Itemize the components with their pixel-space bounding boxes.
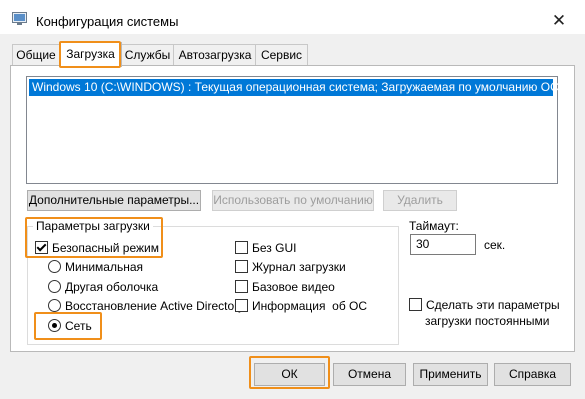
checkbox-box[interactable] xyxy=(235,280,248,293)
cancel-button[interactable]: Отмена xyxy=(333,363,406,386)
base-video-label: Базовое видео xyxy=(252,280,335,294)
tab-services[interactable]: Службы xyxy=(120,44,175,65)
radio-circle[interactable] xyxy=(48,260,61,273)
minimal-radio[interactable]: Минимальная xyxy=(48,260,143,276)
network-radio[interactable]: Сеть xyxy=(48,319,92,335)
radio-circle[interactable] xyxy=(48,319,61,332)
make-permanent-line2: загрузки постоянными xyxy=(425,314,550,328)
base-video-checkbox[interactable]: Базовое видео xyxy=(235,280,335,296)
boot-options-title: Параметры загрузки xyxy=(33,219,153,233)
delete-button[interactable]: Удалить xyxy=(383,190,457,211)
boot-log-checkbox[interactable]: Журнал загрузки xyxy=(235,260,346,276)
network-label: Сеть xyxy=(65,319,92,333)
checkbox-box[interactable] xyxy=(35,241,48,254)
tab-general[interactable]: Общие xyxy=(12,44,60,65)
apply-button[interactable]: Применить xyxy=(413,363,488,386)
safe-boot-label: Безопасный режим xyxy=(52,241,159,255)
boot-entry-item[interactable]: Windows 10 (C:\WINDOWS) : Текущая операц… xyxy=(29,79,559,96)
os-info-label: Информация об ОС xyxy=(252,299,368,313)
checkbox-box[interactable] xyxy=(235,260,248,273)
make-permanent-line1: Сделать эти параметры xyxy=(426,298,560,312)
help-button[interactable]: Справка xyxy=(494,363,571,386)
no-gui-checkbox[interactable]: Без GUI xyxy=(235,241,296,257)
radio-circle[interactable] xyxy=(48,280,61,293)
timeout-input[interactable]: 30 xyxy=(410,234,476,255)
boot-entries-list[interactable]: Windows 10 (C:\WINDOWS) : Текущая операц… xyxy=(26,76,559,184)
set-default-button[interactable]: Использовать по умолчанию xyxy=(212,190,374,211)
ad-repair-label: Восстановление Active Directory xyxy=(65,299,245,313)
no-gui-label: Без GUI xyxy=(252,241,297,255)
ok-button[interactable]: ОК xyxy=(254,363,325,386)
system-config-icon xyxy=(12,12,27,25)
tab-tools[interactable]: Сервис xyxy=(255,44,308,65)
safe-boot-checkbox[interactable]: Безопасный режим xyxy=(35,241,159,257)
checkbox-box[interactable] xyxy=(409,298,422,311)
window-title: Конфигурация системы xyxy=(36,14,179,29)
close-button[interactable]: ✕ xyxy=(546,10,572,32)
minimal-label: Минимальная xyxy=(65,260,144,274)
checkbox-box[interactable] xyxy=(235,299,248,312)
boot-log-label: Журнал загрузки xyxy=(252,260,346,274)
radio-circle[interactable] xyxy=(48,299,61,312)
advanced-options-button[interactable]: Дополнительные параметры... xyxy=(27,190,201,211)
os-info-checkbox[interactable]: Информация об ОС xyxy=(235,299,367,315)
ad-repair-radio[interactable]: Восстановление Active Directory xyxy=(48,299,244,315)
checkbox-box[interactable] xyxy=(235,241,248,254)
timeout-unit: сек. xyxy=(484,238,506,252)
alternate-shell-label: Другая оболочка xyxy=(65,280,159,294)
alternate-shell-radio[interactable]: Другая оболочка xyxy=(48,280,158,296)
tab-startup[interactable]: Автозагрузка xyxy=(173,44,257,65)
tab-boot[interactable]: Загрузка xyxy=(59,42,122,67)
make-permanent-checkbox[interactable]: Сделать эти параметры xyxy=(409,298,560,314)
timeout-label: Таймаут: xyxy=(409,219,459,233)
